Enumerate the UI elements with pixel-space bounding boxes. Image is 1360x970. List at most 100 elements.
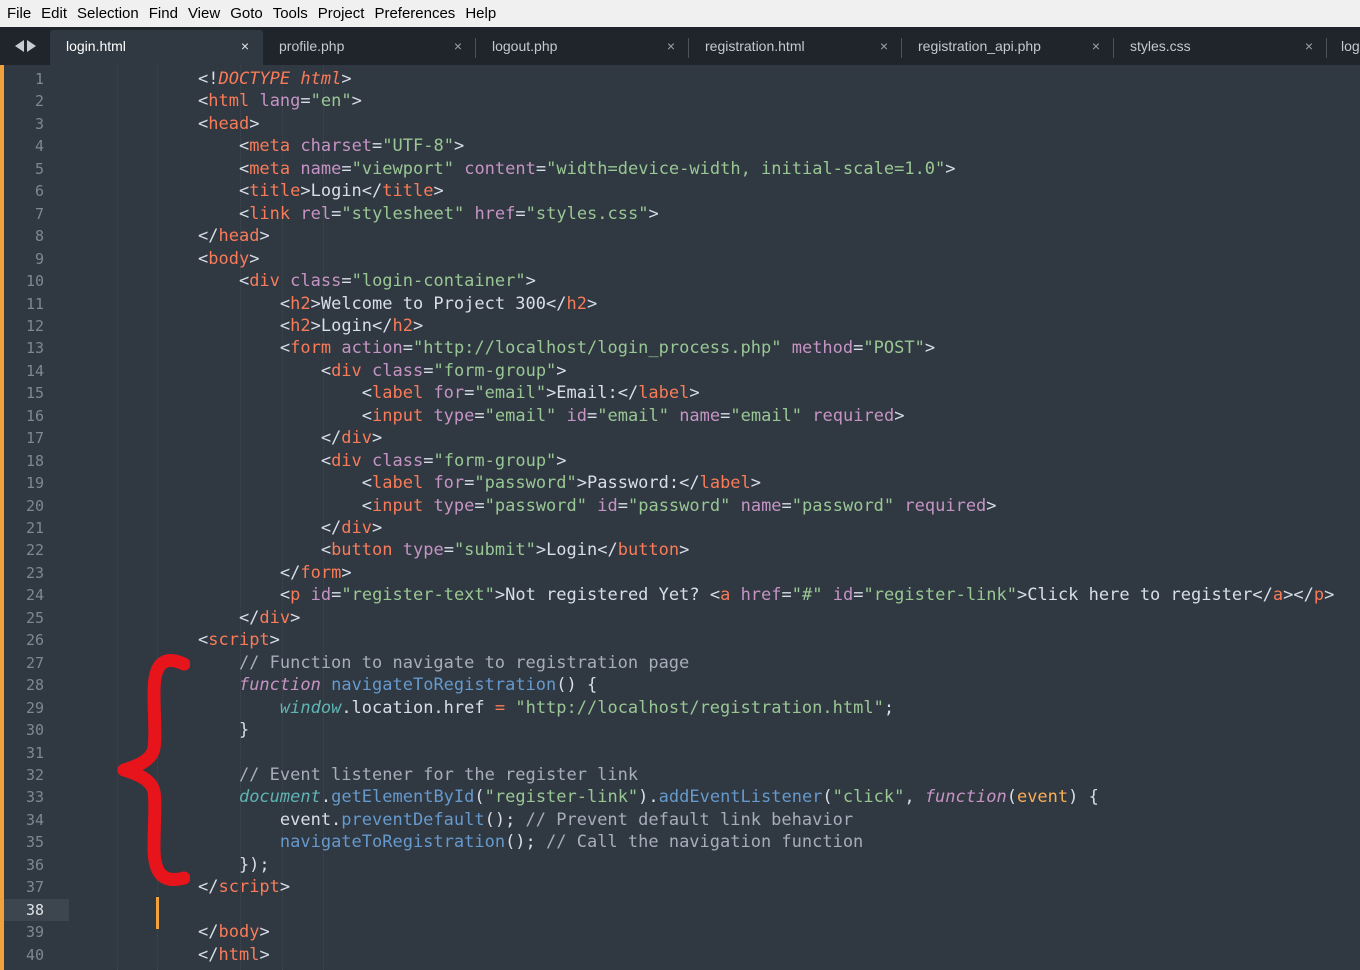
line-number: 34: [25, 810, 44, 829]
code-token: "password": [474, 473, 577, 494]
code-token: title: [249, 181, 301, 202]
code-line: <div class="login-container">: [198, 270, 536, 292]
code-line: </head>: [198, 225, 270, 247]
code-token: h2: [566, 293, 587, 314]
code-token: ,: [904, 787, 925, 808]
line-number: 35: [25, 833, 44, 852]
code-token: // Function to navigate to registration …: [198, 652, 690, 673]
code-token: <: [198, 630, 209, 651]
code-token: <: [198, 91, 209, 112]
menu-item-goto[interactable]: Goto: [225, 0, 268, 27]
close-icon[interactable]: ×: [1305, 30, 1313, 63]
menu-item-tools[interactable]: Tools: [268, 0, 313, 27]
tab-next-icon[interactable]: [26, 40, 36, 52]
code-line: <title>Login</title>: [198, 180, 444, 202]
menu-item-project[interactable]: Project: [313, 0, 370, 27]
code-token: =: [402, 338, 413, 359]
code-token: input: [372, 495, 424, 516]
close-icon[interactable]: ×: [880, 30, 888, 63]
menu-item-selection[interactable]: Selection: [72, 0, 144, 27]
code-token: =: [331, 585, 342, 606]
line-number: 20: [25, 496, 44, 515]
code-token: script: [218, 877, 280, 898]
code-token: div: [341, 518, 373, 538]
close-icon[interactable]: ×: [241, 30, 249, 63]
code-line: <div class="form-group">: [198, 360, 567, 382]
code-token: =: [423, 360, 434, 381]
code-token: div: [249, 271, 280, 292]
code-line: </div>: [198, 427, 382, 449]
code-token: <: [198, 113, 209, 134]
tab-prev-icon[interactable]: [14, 40, 24, 52]
code-token: window: [279, 697, 342, 718]
line-number: 2: [34, 92, 44, 111]
tab-log[interactable]: log: [1327, 30, 1360, 65]
code-token: navigateToRegistration: [279, 832, 506, 853]
code-token: >Click here to register</: [1017, 585, 1273, 606]
code-line: <html lang="en">: [198, 90, 362, 112]
menu-item-preferences[interactable]: Preferences: [369, 0, 460, 27]
code-token: <: [198, 540, 332, 561]
line-number: 38: [25, 900, 44, 919]
tab-styles-css[interactable]: styles.css ×: [1114, 30, 1327, 65]
code-token: body: [218, 922, 260, 943]
line-number: 21: [25, 519, 44, 537]
code-token: "email": [484, 405, 557, 426]
code-token: id: [832, 585, 854, 606]
code-line: <h2>Login</h2>: [198, 315, 423, 337]
code-token: link: [249, 203, 291, 224]
menu-item-help[interactable]: Help: [460, 0, 501, 27]
menu-item-edit[interactable]: Edit: [36, 0, 72, 27]
line-number: 18: [25, 451, 44, 470]
code-token: =: [853, 338, 864, 359]
code-token: html: [218, 944, 260, 965]
menu-item-view[interactable]: View: [183, 0, 225, 27]
code-token: >: [986, 495, 997, 516]
code-token: div: [341, 428, 373, 449]
code-token: >: [750, 473, 762, 494]
code-token: <: [198, 203, 250, 224]
tab-nav-arrows[interactable]: [0, 27, 50, 65]
code-token: type: [402, 540, 444, 561]
close-icon[interactable]: ×: [667, 30, 675, 63]
tab-profile-php[interactable]: profile.php ×: [263, 30, 476, 65]
code-token: rel: [300, 203, 332, 224]
line-number: 16: [25, 406, 44, 425]
code-line: </html>: [198, 944, 270, 966]
tab-label: logout.php: [492, 38, 558, 54]
code-line: </div>: [198, 607, 300, 629]
line-number: 19: [25, 474, 44, 493]
code-line: <body>: [198, 248, 259, 270]
code-token: >: [269, 630, 280, 651]
line-number: 17: [25, 429, 44, 448]
code-token: type: [433, 495, 475, 516]
red-curly-brace-annotation: [117, 654, 190, 886]
tab-registration-api-php[interactable]: registration_api.php ×: [902, 30, 1114, 65]
code-token: ).: [638, 787, 659, 808]
code-token: =: [300, 91, 311, 112]
menu-item-find[interactable]: Find: [144, 0, 183, 27]
code-token: >: [679, 540, 690, 561]
tab-registration-html[interactable]: registration.html ×: [689, 30, 902, 65]
line-number: 37: [25, 878, 44, 897]
code-token: html: [208, 91, 250, 112]
close-icon[interactable]: ×: [454, 30, 462, 63]
code-token: label: [372, 383, 424, 404]
code-token: class: [372, 360, 424, 381]
code-token: >: [556, 360, 567, 381]
code-token: <: [198, 585, 291, 606]
tab-logout-php[interactable]: logout.php ×: [476, 30, 689, 65]
menu-item-file[interactable]: File: [2, 0, 36, 27]
line-number: 40: [25, 945, 44, 964]
tab-login-html[interactable]: login.html ×: [50, 30, 263, 65]
code-token: <: [198, 136, 250, 157]
close-icon[interactable]: ×: [1092, 30, 1100, 63]
code-editor[interactable]: <!DOCTYPE html> <html lang="en"> <head> <m…: [76, 65, 1360, 970]
line-number: 28: [25, 676, 44, 695]
code-token: =: [474, 405, 485, 426]
code-token: }: [198, 720, 250, 741]
code-token: h2: [290, 293, 311, 314]
